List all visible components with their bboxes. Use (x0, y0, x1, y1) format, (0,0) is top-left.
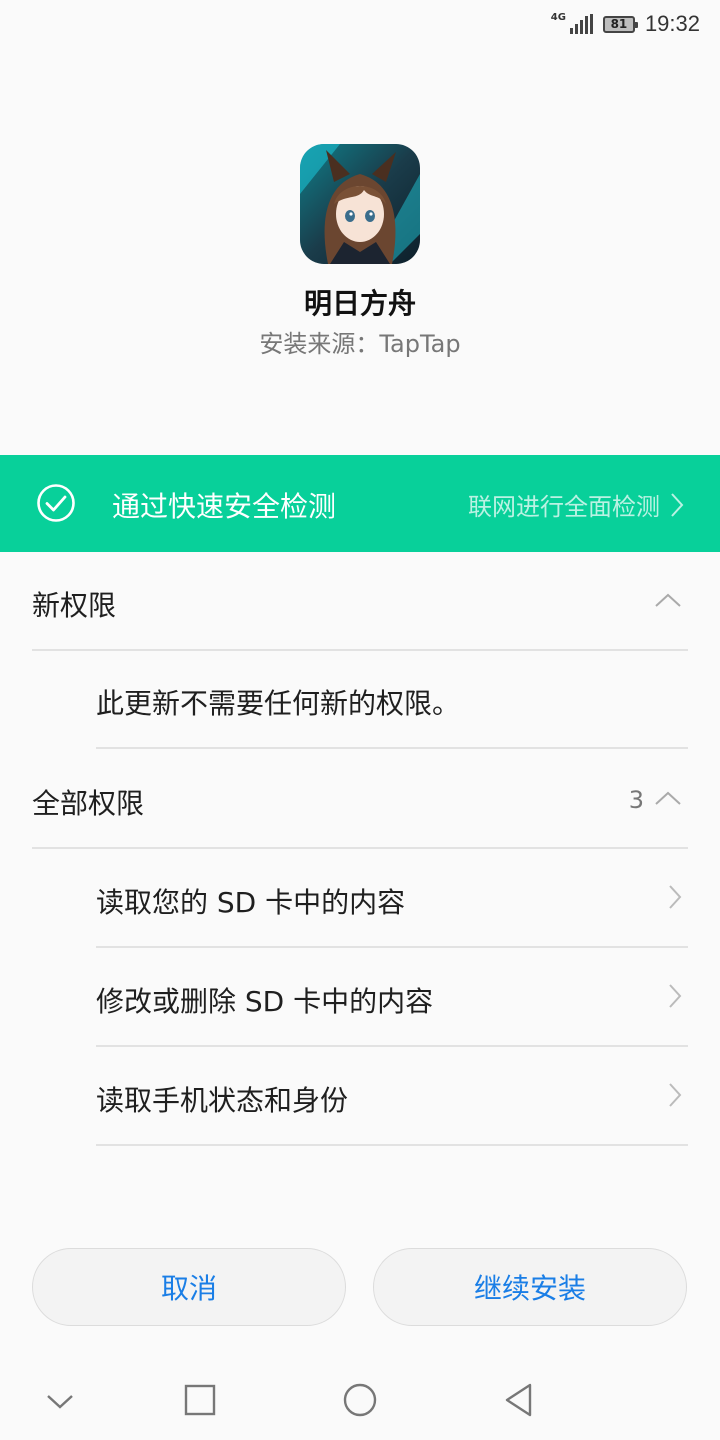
permission-item[interactable]: 读取您的 SD 卡中的内容 (96, 850, 688, 946)
security-status: 通过快速安全检测 (112, 490, 337, 523)
app-icon (300, 144, 420, 264)
chevron-right-icon (669, 1083, 682, 1107)
battery-icon: 81 (602, 15, 638, 33)
install-source: 安装来源：TapTap (259, 330, 461, 358)
chevron-right-icon (671, 492, 684, 517)
navigation-bar (0, 1360, 720, 1440)
permission-label: 修改或删除 SD 卡中的内容 (96, 985, 434, 1018)
divider (96, 946, 688, 948)
chevron-up-icon (655, 593, 681, 607)
divider (96, 1144, 688, 1146)
signal-icon (569, 14, 593, 34)
permission-item[interactable]: 修改或删除 SD 卡中的内容 (96, 949, 688, 1045)
hide-nav-chevron-down-icon[interactable] (40, 1380, 80, 1420)
home-circle-icon[interactable] (340, 1380, 380, 1420)
battery-level: 81 (610, 17, 628, 31)
permissions-count: 3 (628, 786, 644, 814)
full-scan-link[interactable]: 联网进行全面检测 (468, 487, 684, 522)
clock: 19:32 (644, 11, 700, 36)
recent-apps-square-icon[interactable] (180, 1380, 220, 1420)
chevron-right-icon (669, 984, 682, 1008)
permission-item[interactable]: 读取手机状态和身份 (96, 1048, 688, 1144)
back-triangle-icon[interactable] (500, 1380, 540, 1420)
chevron-up-icon (655, 791, 681, 805)
check-circle-icon (37, 484, 75, 522)
no-new-permissions-message: 此更新不需要任何新的权限。 (96, 687, 461, 720)
permission-label: 读取您的 SD 卡中的内容 (96, 886, 406, 919)
status-indicators: 4G 81 19:32 (551, 10, 700, 38)
new-permissions-title: 新权限 (32, 589, 117, 622)
chevron-right-icon (669, 885, 682, 909)
all-permissions-title: 全部权限 (32, 787, 145, 820)
divider (96, 747, 688, 749)
continue-install-button[interactable]: 继续安装 (373, 1248, 687, 1326)
network-type-label: 4G (550, 11, 566, 23)
divider (32, 649, 688, 651)
security-banner: 通过快速安全检测 联网进行全面检测 (0, 455, 720, 552)
divider (96, 1045, 688, 1047)
status-bar: 4G 81 19:32 (0, 0, 720, 48)
full-scan-label: 联网进行全面检测 (468, 493, 660, 521)
new-permissions-header[interactable]: 新权限 (32, 584, 688, 624)
cancel-button[interactable]: 取消 (32, 1248, 346, 1326)
install-screen: 4G 81 19:32 明日方舟 安装来源：TapTap 通过快速安全检测 联网… (0, 0, 720, 1440)
permission-label: 读取手机状态和身份 (96, 1084, 349, 1117)
divider (32, 847, 688, 849)
app-name: 明日方舟 (303, 287, 416, 320)
all-permissions-header[interactable]: 全部权限 3 (32, 782, 688, 822)
